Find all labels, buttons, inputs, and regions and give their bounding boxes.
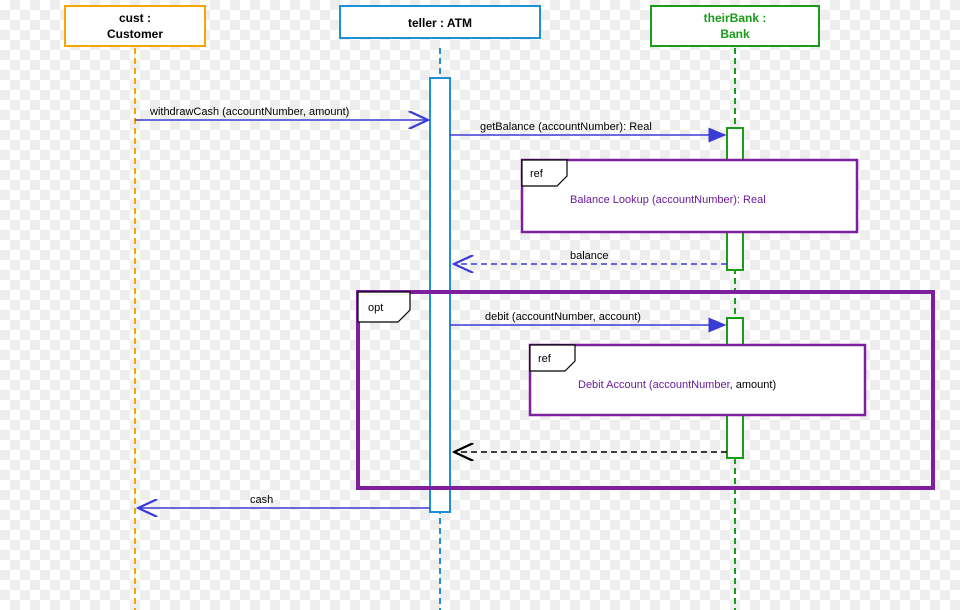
customer-role: Customer — [107, 27, 163, 41]
atm-name: teller : ATM — [408, 16, 472, 30]
customer-name: cust : — [119, 11, 151, 25]
ref-debit-account-title: Debit Account (accountNumber, amount) — [578, 379, 776, 391]
activation-atm — [430, 78, 450, 512]
fragment-opt-label: opt — [368, 302, 383, 314]
ref-balance-lookup-tag: ref — [530, 168, 544, 180]
lifeline-header-atm: teller : ATM — [340, 6, 540, 38]
ref-balance-lookup-title: Balance Lookup (accountNumber): Real — [570, 194, 766, 206]
msg-withdrawcash-label: withdrawCash (accountNumber, amount) — [149, 106, 349, 118]
msg-getbalance-label: getBalance (accountNumber): Real — [480, 121, 652, 133]
sequence-diagram: cust : Customer teller : ATM theirBank :… — [0, 0, 960, 610]
msg-cash-label: cash — [250, 494, 273, 506]
ref-debit-account: ref Debit Account (accountNumber, amount… — [530, 345, 865, 415]
bank-name: theirBank : — [704, 11, 767, 25]
msg-debit-label: debit (accountNumber, account) — [485, 311, 641, 323]
bank-role: Bank — [720, 27, 750, 41]
msg-balance-label: balance — [570, 250, 609, 262]
ref-balance-lookup: ref Balance Lookup (accountNumber): Real — [522, 160, 857, 232]
lifeline-header-bank: theirBank : Bank — [651, 6, 819, 46]
lifeline-header-customer: cust : Customer — [65, 6, 205, 46]
ref-debit-account-tag: ref — [538, 353, 552, 365]
